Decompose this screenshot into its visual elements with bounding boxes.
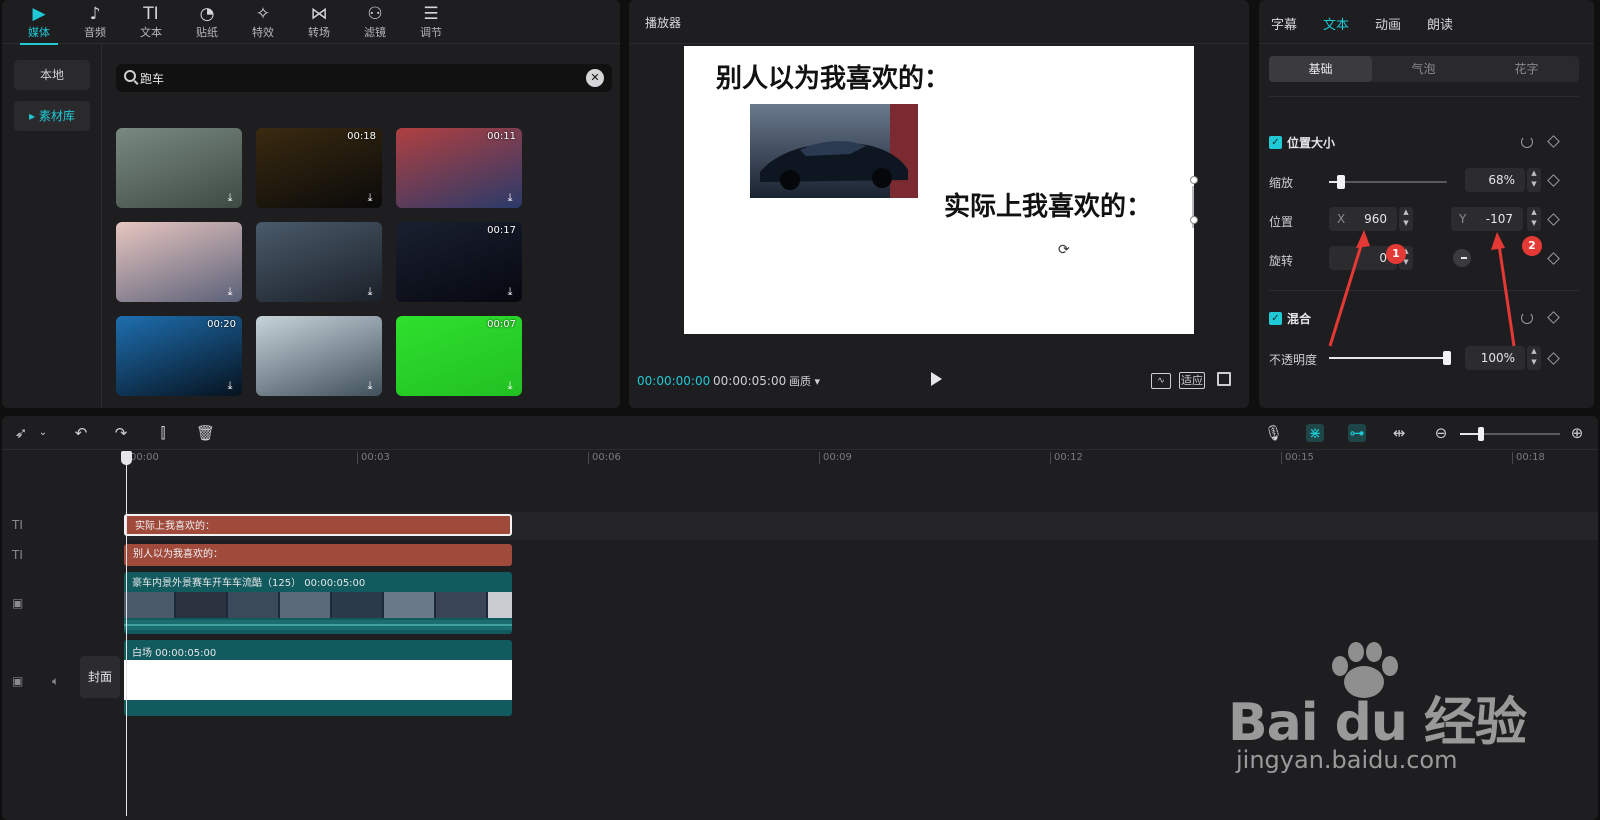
white-clip-thumbnail bbox=[124, 660, 512, 700]
watermark-url: jingyan.baidu.com bbox=[1236, 746, 1458, 774]
white-clip-name: 白场 00:00:05:00 bbox=[132, 648, 217, 659]
annotation-badge-1: 1 bbox=[1386, 244, 1406, 264]
arrow-head-2 bbox=[1491, 232, 1505, 250]
delete-icon[interactable]: 🗑 bbox=[196, 424, 215, 442]
baidu-watermark: Bai du 经验 jingyan.baidu.com bbox=[1228, 640, 1528, 780]
ruler-tick bbox=[357, 452, 358, 464]
ruler-tick bbox=[1512, 452, 1513, 464]
zoom-slider-knob[interactable] bbox=[1478, 427, 1484, 441]
video-track-icon: ▣ bbox=[12, 596, 24, 610]
magnet-snap-icon[interactable]: ⋇ bbox=[1306, 424, 1324, 442]
ruler-tick-label: 00:09 bbox=[823, 452, 852, 463]
arrow-head-1 bbox=[1356, 230, 1370, 248]
text-clip-actually[interactable]: 实际上我喜欢的： bbox=[124, 514, 512, 536]
ruler-tick-label: 00:12 bbox=[1054, 452, 1083, 463]
select-dropdown-icon[interactable]: ⌄ bbox=[34, 424, 52, 442]
mute-speaker-icon[interactable]: 🔈︎ bbox=[52, 674, 59, 689]
video-clip-name: 豪车内景外景赛车开车车流酷（125） 00:00:05:00 bbox=[132, 578, 366, 589]
select-tool-icon[interactable]: ➶ bbox=[12, 424, 30, 442]
ruler-tick bbox=[1050, 452, 1051, 464]
microphone-icon[interactable]: 🎙 bbox=[1264, 424, 1283, 442]
ruler-tick-label: 00:03 bbox=[361, 452, 390, 463]
ruler-tick bbox=[588, 452, 589, 464]
preview-axis-icon[interactable]: ⇹ bbox=[1390, 424, 1408, 442]
timeline-toolbar: ➶ ⌄ ↶ ↷ ⫿ 🗑 🎙 ⋇ ⊶ ⇹ ⊖ ⊕ bbox=[2, 416, 1598, 450]
annotation-arrow-2 bbox=[1496, 237, 1516, 347]
ruler-tick bbox=[1281, 452, 1282, 464]
redo-icon[interactable]: ↷ bbox=[112, 424, 130, 442]
annotation-arrow-1 bbox=[1328, 235, 1366, 347]
playhead-handle[interactable] bbox=[121, 451, 132, 465]
cover-button[interactable]: 封面 bbox=[80, 656, 120, 698]
split-icon[interactable]: ⫿ bbox=[154, 424, 172, 442]
ruler-tick-label: 00:00 bbox=[130, 452, 159, 463]
video-clip[interactable]: 豪车内景外景赛车开车车流酷（125） 00:00:05:00 bbox=[124, 572, 512, 634]
text-track-icon: TI bbox=[12, 518, 23, 532]
watermark-logo-text: Bai du 经验 bbox=[1228, 693, 1527, 753]
video-filmstrip bbox=[124, 592, 512, 630]
ruler-tick bbox=[819, 452, 820, 464]
playhead[interactable] bbox=[126, 452, 127, 816]
white-clip[interactable]: 白场 00:00:05:00 bbox=[124, 640, 512, 716]
main-track-icon: ▣ bbox=[12, 674, 24, 688]
ruler-tick-label: 00:06 bbox=[592, 452, 621, 463]
annotation-badge-2: 2 bbox=[1522, 236, 1542, 256]
link-icon[interactable]: ⊶ bbox=[1348, 424, 1366, 442]
zoom-in-icon[interactable]: ⊕ bbox=[1568, 424, 1586, 442]
text-clip-others[interactable]: 别人以为我喜欢的： bbox=[124, 544, 512, 566]
undo-icon[interactable]: ↶ bbox=[72, 424, 90, 442]
ruler-tick-label: 00:15 bbox=[1285, 452, 1314, 463]
zoom-slider[interactable] bbox=[1460, 427, 1560, 441]
zoom-out-icon[interactable]: ⊖ bbox=[1432, 424, 1450, 442]
ruler-tick-label: 00:18 bbox=[1516, 452, 1545, 463]
text-track-icon: TI bbox=[12, 548, 23, 562]
